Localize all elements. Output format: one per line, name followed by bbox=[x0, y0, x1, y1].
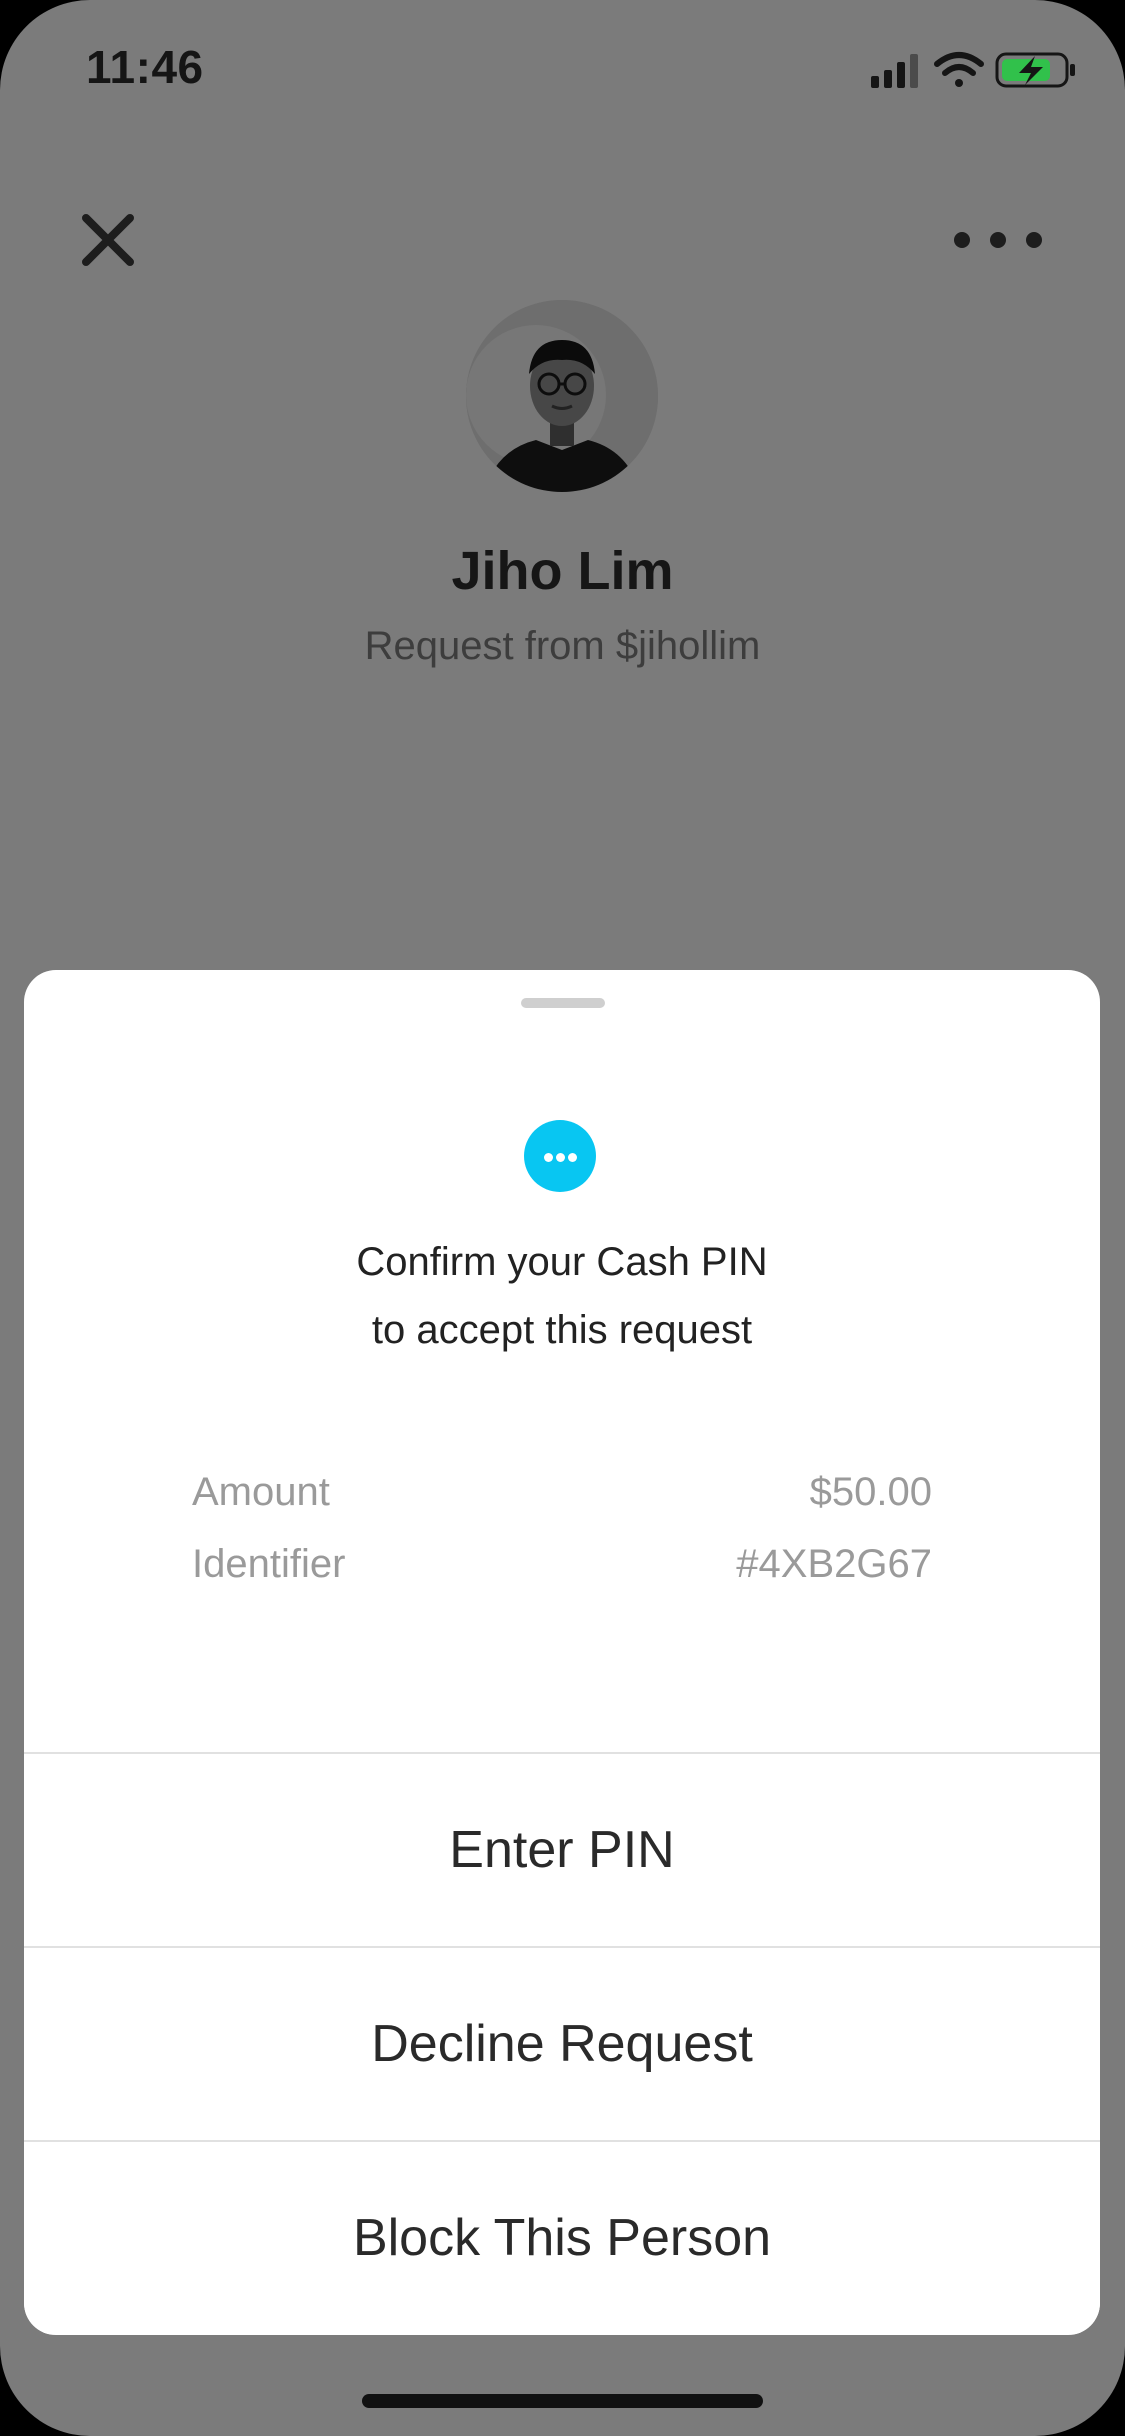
decline-request-button[interactable]: Decline Request bbox=[24, 1946, 1100, 2140]
profile-name: Jiho Lim bbox=[451, 541, 674, 601]
wifi-icon bbox=[934, 52, 984, 87]
amount-label: Amount bbox=[192, 1470, 330, 1514]
avatar bbox=[466, 300, 658, 492]
home-indicator[interactable] bbox=[362, 2394, 763, 2408]
dot bbox=[556, 1153, 565, 1162]
confirm-message-line2: to accept this request bbox=[371, 1308, 753, 1352]
confirm-sheet: Confirm your Cash PIN to accept this req… bbox=[24, 970, 1100, 2335]
confirm-message: Confirm your Cash PIN to accept this req… bbox=[24, 1228, 1100, 1364]
amount-row: Amount $50.00 bbox=[192, 1470, 932, 1526]
screen: 11:46 Jiho Lim Request from $jihollim Co… bbox=[0, 0, 1125, 2436]
enter-pin-button[interactable]: Enter PIN bbox=[24, 1752, 1100, 1946]
identifier-value: #4XB2G67 bbox=[736, 1542, 932, 1586]
more-circle-icon bbox=[524, 1120, 596, 1192]
request-subtitle: Request from $jihollim bbox=[364, 624, 761, 668]
close-icon bbox=[82, 214, 134, 266]
close-button[interactable] bbox=[78, 210, 138, 270]
sheet-grabber[interactable] bbox=[521, 998, 605, 1008]
status-time: 11:46 bbox=[86, 41, 204, 93]
confirm-message-line1: Confirm your Cash PIN bbox=[356, 1240, 768, 1284]
amount-value: $50.00 bbox=[809, 1470, 932, 1514]
status-icons bbox=[871, 48, 1081, 92]
identifier-row: Identifier #4XB2G67 bbox=[192, 1542, 932, 1598]
block-person-button[interactable]: Block This Person bbox=[24, 2140, 1100, 2334]
dot bbox=[568, 1153, 577, 1162]
identifier-label: Identifier bbox=[192, 1542, 346, 1586]
more-options-button[interactable] bbox=[948, 222, 1048, 258]
dot bbox=[544, 1153, 553, 1162]
battery-charging-icon bbox=[995, 52, 1075, 88]
cellular-signal-icon bbox=[871, 54, 918, 88]
more-horizontal-icon bbox=[954, 232, 1042, 248]
